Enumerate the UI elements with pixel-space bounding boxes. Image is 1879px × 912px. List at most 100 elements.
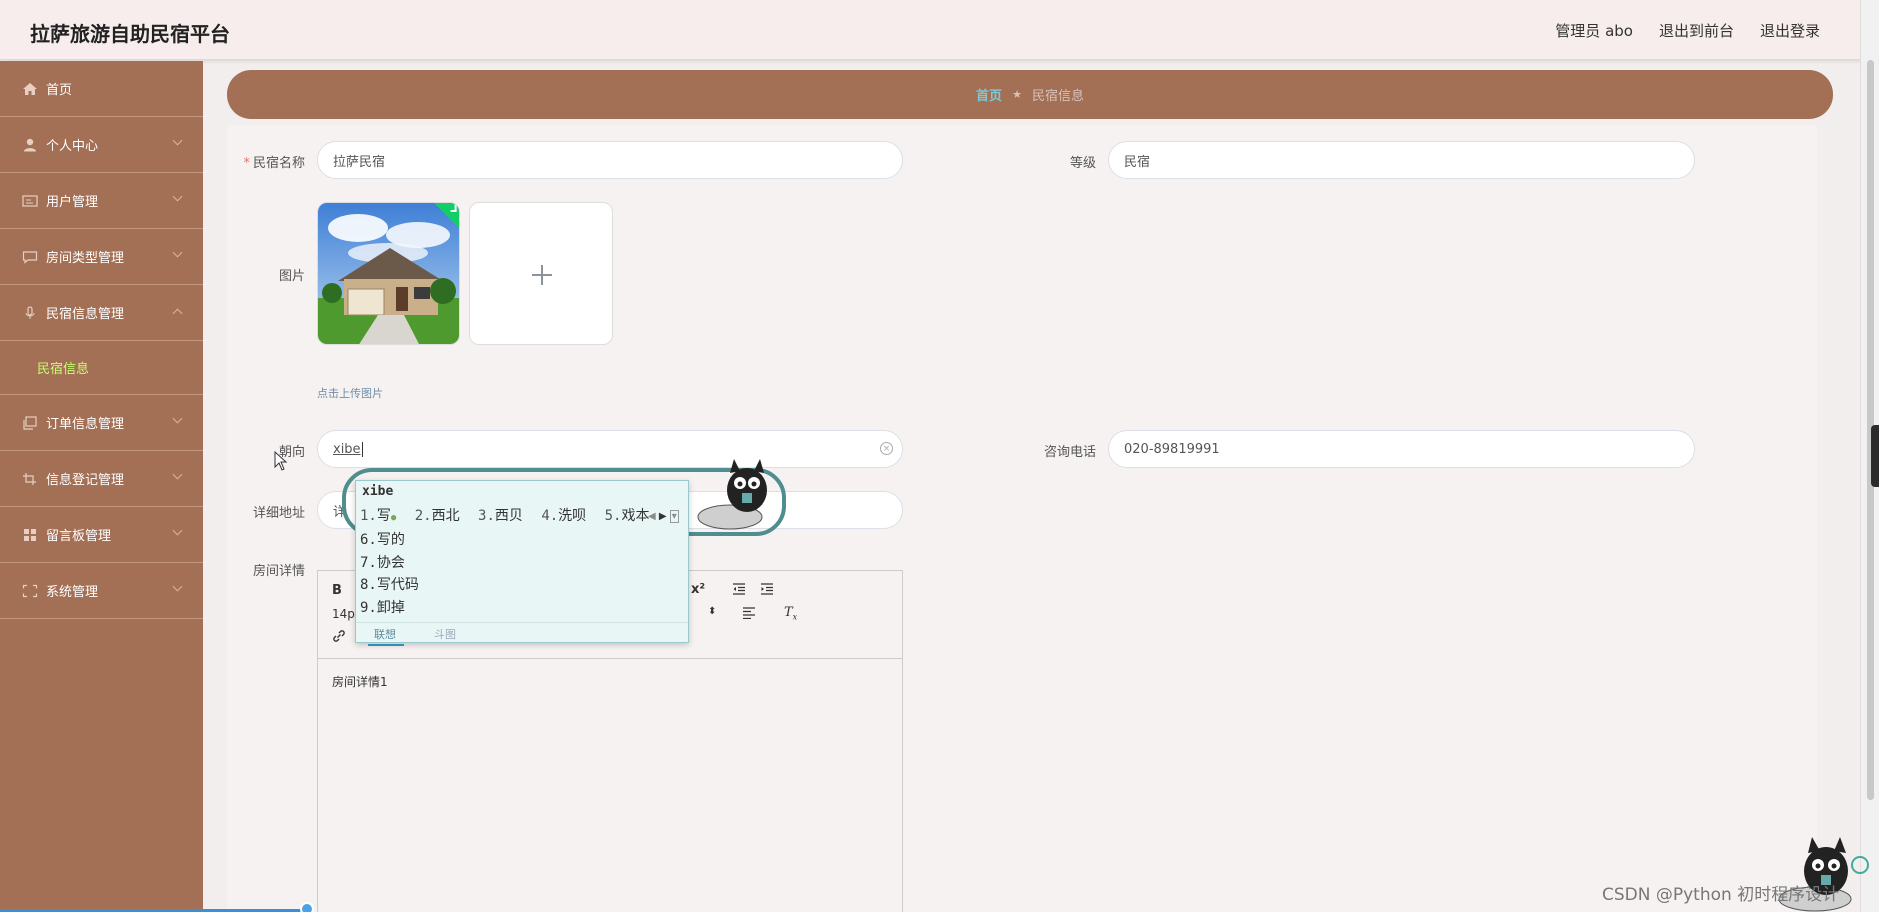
sidebar-item-message-board[interactable]: 留言板管理 — [0, 507, 203, 563]
sidebar-item-label: 个人中心 — [46, 139, 99, 154]
breadcrumb: 首页 ★ 民宿信息 — [227, 70, 1833, 119]
ime-candidate[interactable]: 4.洗呗 — [541, 508, 586, 524]
ime-candidate[interactable]: 7.协会 — [360, 552, 419, 575]
phone-label: 咨询电话 — [1043, 445, 1096, 460]
superscript-button[interactable]: x² — [691, 582, 705, 597]
ime-candidate[interactable]: 3.西贝 — [478, 508, 523, 524]
address-label: 详细地址 — [252, 506, 305, 521]
breadcrumb-home-link[interactable]: 首页 — [976, 85, 1002, 104]
chevron-down-icon — [172, 135, 183, 146]
user-icon — [22, 138, 38, 152]
mouse-cursor-icon — [274, 450, 288, 475]
sidebar-item-homestay-info-management[interactable]: 民宿信息管理 — [0, 285, 203, 341]
chevron-down-icon — [172, 247, 183, 258]
ime-pinyin-text: xibe — [362, 484, 394, 499]
indent-icon[interactable] — [760, 583, 774, 599]
ime-candidate[interactable]: 9.卸掉 — [360, 597, 419, 620]
font-size-select[interactable]: 14p — [332, 607, 355, 621]
homestay-name-input[interactable]: 拉萨民宿 — [317, 141, 903, 179]
copy-icon — [22, 415, 38, 430]
breadcrumb-current: 民宿信息 — [1031, 89, 1084, 104]
sidebar-item-system-management[interactable]: 系统管理 — [0, 563, 203, 619]
uploaded-image-thumbnail[interactable] — [317, 202, 460, 345]
star-separator-icon: ★ — [1012, 88, 1022, 101]
floating-side-tab[interactable] — [1871, 425, 1879, 487]
ime-more-candidates: 6.写的 7.协会 8.写代码 9.卸掉 — [360, 529, 419, 619]
level-input[interactable]: 民宿 — [1108, 141, 1695, 179]
sidebar-item-label: 留言板管理 — [46, 529, 112, 544]
mic-icon — [22, 305, 38, 320]
chevron-down-icon — [172, 525, 183, 536]
bottom-progress-dot[interactable] — [300, 902, 314, 912]
image-label: 图片 — [278, 269, 305, 284]
check-circle-icon: ● — [390, 513, 397, 523]
orientation-label: 朝向 — [278, 445, 305, 460]
room-details-label: 房间详情 — [252, 564, 305, 579]
orientation-input-value: xibe — [333, 441, 361, 457]
ime-candidate[interactable]: 8.写代码 — [360, 574, 419, 597]
bold-button[interactable]: B — [332, 583, 342, 598]
sidebar-item-room-type[interactable]: 房间类型管理 — [0, 229, 203, 285]
required-asterisk: * — [243, 156, 250, 171]
top-bar: 拉萨旅游自助民宿平台 管理员 abo 退出到前台 退出登录 — [0, 0, 1860, 60]
house-photo — [318, 203, 459, 344]
sidebar-item-label: 系统管理 — [46, 585, 99, 600]
chevron-down-icon — [172, 469, 183, 480]
add-image-button[interactable] — [469, 202, 613, 345]
ime-candidate[interactable]: 2.西北 — [415, 508, 460, 524]
ime-candidate[interactable]: 1.写● — [360, 508, 396, 524]
chat-icon — [22, 250, 38, 264]
sidebar-subitem-homestay-info[interactable]: 民宿信息 — [0, 341, 203, 395]
sidebar-item-label: 民宿信息管理 — [46, 307, 125, 322]
line-height-icon[interactable]: ⬍ — [708, 606, 716, 617]
sidebar-item-home[interactable]: 首页 — [0, 61, 203, 117]
level-label: 等级 — [1069, 156, 1096, 171]
ime-candidate-row: 1.写● 2.西北 3.西贝 4.洗呗 5.戏本 — [360, 505, 659, 525]
sidebar-item-registration-management[interactable]: 信息登记管理 — [0, 451, 203, 507]
admin-user-label: 管理员 abo — [1555, 22, 1633, 40]
sidebar: 首页 个人中心 用户管理 房间类型管理 民宿信息管理 民宿信息 订单信息管理 信… — [0, 61, 203, 912]
clear-icon[interactable]: × — [880, 442, 893, 455]
csdn-watermark: CSDN @Python 初时程序设计 — [1602, 885, 1840, 905]
sidebar-item-personal-center[interactable]: 个人中心 — [0, 117, 203, 173]
sidebar-item-order-management[interactable]: 订单信息管理 — [0, 395, 203, 451]
sidebar-item-user-management[interactable]: 用户管理 — [0, 173, 203, 229]
sidebar-item-label: 信息登记管理 — [46, 473, 125, 488]
home-icon — [22, 82, 38, 96]
outdent-icon[interactable] — [732, 583, 746, 599]
ime-tab-association[interactable]: 联想 — [368, 626, 404, 646]
ime-mascot-cat-icon — [690, 455, 780, 539]
crop-icon — [22, 472, 38, 486]
link-icon[interactable] — [332, 629, 346, 647]
chevron-down-icon — [172, 191, 183, 202]
top-actions: 管理员 abo 退出到前台 退出登录 — [1555, 20, 1820, 41]
sidebar-item-label: 首页 — [46, 83, 73, 98]
sidebar-item-label: 用户管理 — [46, 195, 99, 210]
ime-tabs: 联想 斗图 — [356, 622, 688, 646]
sidebar-item-label: 订单信息管理 — [46, 417, 125, 432]
ime-candidate[interactable]: 5.戏本 — [605, 508, 650, 524]
upload-hint-text: 点击上传图片 — [317, 387, 383, 400]
editor-content[interactable]: 房间详情1 — [318, 659, 902, 704]
grid-icon — [22, 528, 38, 542]
app-title: 拉萨旅游自助民宿平台 — [30, 22, 230, 46]
fullscreen-icon — [22, 584, 38, 598]
ime-candidate-window: xibe 1.写● 2.西北 3.西贝 4.洗呗 5.戏本 ◀ ▶ ▾ 6.写的… — [355, 480, 689, 646]
check-icon — [450, 203, 457, 212]
id-card-icon — [22, 194, 38, 208]
clear-format-icon[interactable]: Tx — [784, 605, 797, 622]
logout-link[interactable]: 退出登录 — [1760, 20, 1820, 41]
align-left-icon[interactable] — [742, 607, 756, 623]
text-caret — [361, 441, 363, 457]
ime-candidate[interactable]: 6.写的 — [360, 529, 419, 552]
phone-input[interactable]: 020-89819991 — [1108, 430, 1695, 468]
chevron-up-icon — [172, 308, 183, 319]
ime-page-arrows[interactable]: ◀ ▶ ▾ — [648, 510, 679, 523]
chevron-down-icon — [172, 413, 183, 424]
sidebar-item-label: 房间类型管理 — [46, 251, 125, 266]
ime-tab-meme[interactable]: 斗图 — [434, 626, 456, 642]
chevron-down-icon — [172, 581, 183, 592]
orientation-input[interactable]: xibe × — [317, 430, 903, 468]
homestay-name-label: * 民宿名称 — [243, 156, 305, 171]
exit-to-front-link[interactable]: 退出到前台 — [1659, 20, 1734, 41]
